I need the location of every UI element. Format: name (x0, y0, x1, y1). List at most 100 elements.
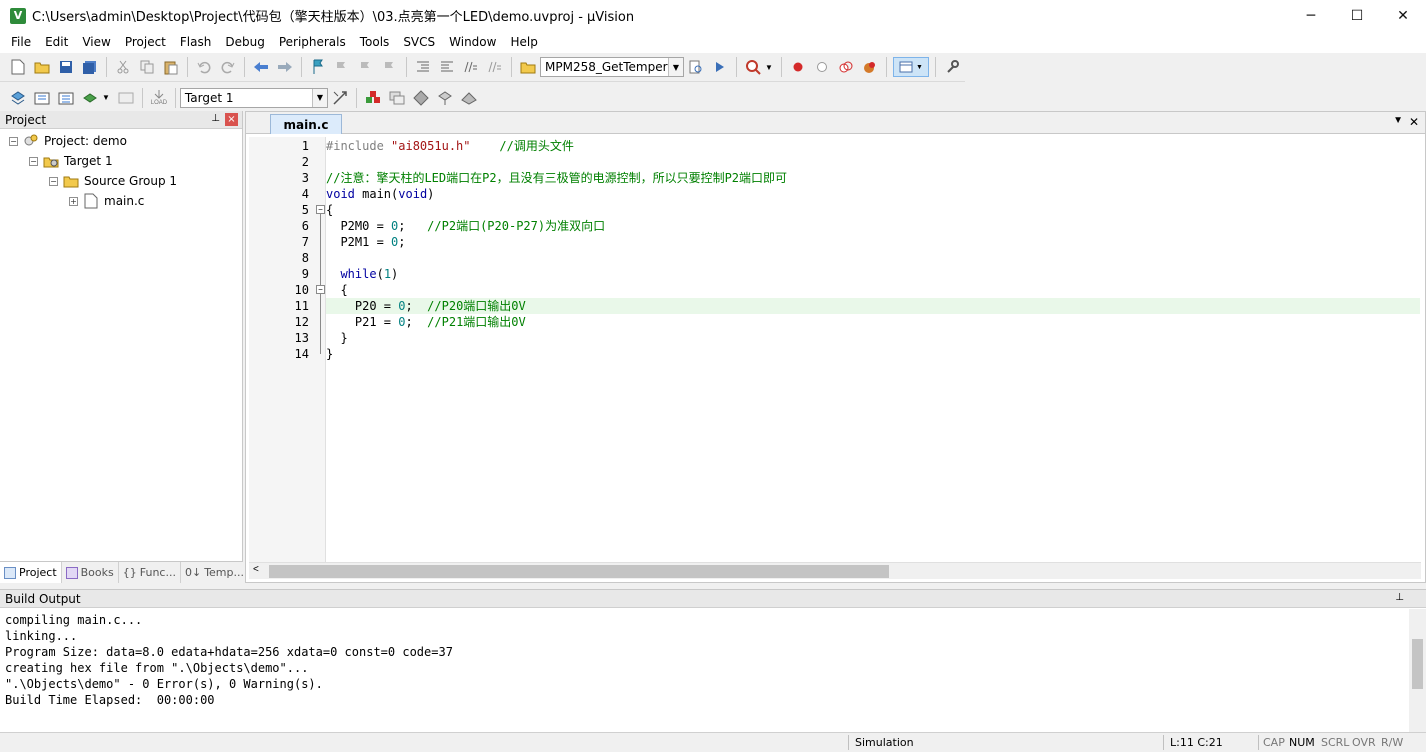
code-line[interactable]: void main(void) (326, 186, 1420, 202)
tree-node-project[interactable]: − Project: demo (9, 131, 127, 151)
redo-icon[interactable] (218, 57, 238, 77)
chevron-down-icon[interactable]: ▼ (311, 88, 327, 107)
breakpoint-kill-all-icon[interactable] (860, 57, 880, 77)
menu-view[interactable]: View (75, 35, 117, 49)
select-packs-icon[interactable] (387, 88, 407, 108)
breakpoint-disable-icon[interactable] (812, 57, 832, 77)
expand-icon[interactable]: + (69, 196, 78, 206)
bookmark-clear-icon[interactable] (380, 57, 400, 77)
code-line[interactable]: { (326, 282, 1420, 298)
debug-session-icon[interactable] (743, 57, 763, 77)
rebuild-icon[interactable] (56, 88, 76, 108)
code-line[interactable]: } (326, 330, 1420, 346)
navigate-forward-icon[interactable] (275, 57, 295, 77)
code-line[interactable]: P20 = 0; //P20端口输出0V (326, 298, 1420, 314)
minimize-button[interactable]: ─ (1288, 0, 1334, 31)
target-combo[interactable]: Target 1 ▼ (179, 87, 328, 108)
copy-icon[interactable] (137, 57, 157, 77)
breakpoint-insert-icon[interactable] (788, 57, 808, 77)
code-line[interactable]: //注意：擎天柱的LED端口在P2，且没有三极管的电源控制，所以只要控制P2端口… (326, 170, 1420, 186)
tab-templates[interactable]: 0↓ Temp... (181, 562, 249, 583)
close-button[interactable]: ✕ (1380, 0, 1426, 31)
build-icon[interactable] (32, 88, 52, 108)
window-layout-icon[interactable]: ▼ (892, 57, 929, 77)
open-folder-icon[interactable] (32, 57, 52, 77)
manage-runtime-icon[interactable] (411, 88, 431, 108)
code-text-area[interactable]: #include "ai8051u.h" //调用头文件 //注意：擎天柱的LED… (326, 137, 1420, 562)
menu-window[interactable]: Window (442, 35, 503, 49)
tree-node-group[interactable]: − Source Group 1 (49, 171, 177, 191)
collapse-icon[interactable]: − (49, 176, 58, 186)
menu-debug[interactable]: Debug (218, 35, 271, 49)
save-icon[interactable] (56, 57, 76, 77)
batch-build-icon[interactable] (80, 88, 100, 108)
menu-tools[interactable]: Tools (353, 35, 397, 49)
replace-icon[interactable] (710, 57, 730, 77)
tab-books[interactable]: Books (62, 562, 119, 583)
bookmark-toggle-icon[interactable] (308, 57, 328, 77)
menu-peripherals[interactable]: Peripherals (272, 35, 353, 49)
configure-wrench-icon[interactable] (942, 57, 962, 77)
fold-collapse-icon[interactable]: − (316, 285, 325, 294)
find-icon[interactable] (686, 57, 706, 77)
close-icon[interactable]: × (225, 113, 238, 126)
stop-build-icon[interactable] (116, 88, 136, 108)
tab-functions[interactable]: {} Func... (119, 562, 181, 583)
menu-file[interactable]: File (4, 35, 38, 49)
menu-flash[interactable]: Flash (173, 35, 218, 49)
translate-icon[interactable] (8, 88, 28, 108)
code-line[interactable]: while(1) (326, 266, 1420, 282)
unindent-icon[interactable] (437, 57, 457, 77)
menu-svcs[interactable]: SVCS (396, 35, 442, 49)
chevron-down-icon[interactable]: ▼ (102, 93, 110, 102)
editor-tab-main-c[interactable]: main.c (270, 114, 342, 134)
pin-icon[interactable]: ⊥ (211, 113, 220, 124)
download-load-icon[interactable]: LOAD (149, 88, 169, 108)
pin-icon[interactable]: ⊥ (1395, 592, 1404, 603)
code-line[interactable]: P2M0 = 0; //P2端口(P20-P27)为准双向口 (326, 218, 1420, 234)
tab-list-dropdown-icon[interactable]: ▼ (1393, 115, 1403, 126)
scroll-thumb[interactable] (1412, 639, 1423, 689)
chevron-down-icon[interactable]: ▼ (765, 63, 773, 72)
code-line[interactable]: P21 = 0; //P21端口输出0V (326, 314, 1420, 330)
code-line[interactable]: #include "ai8051u.h" //调用头文件 (326, 138, 1420, 154)
close-tab-icon[interactable]: ✕ (1409, 115, 1419, 129)
fold-collapse-icon[interactable]: − (316, 205, 325, 214)
vertical-scrollbar[interactable] (1409, 609, 1426, 733)
menu-project[interactable]: Project (118, 35, 173, 49)
component-icon[interactable] (459, 88, 479, 108)
menu-help[interactable]: Help (503, 35, 544, 49)
find-in-files-icon[interactable] (518, 57, 538, 77)
uncomment-icon[interactable] (485, 57, 505, 77)
horizontal-scrollbar[interactable]: < (249, 562, 1421, 579)
function-combo[interactable]: MPM258_GetTemperatur ▼ (540, 57, 684, 77)
cut-icon[interactable] (113, 57, 133, 77)
undo-icon[interactable] (194, 57, 214, 77)
tab-project[interactable]: Project (0, 562, 62, 583)
code-line[interactable]: P2M1 = 0; (326, 234, 1420, 250)
code-line[interactable]: { (326, 202, 1420, 218)
save-all-icon[interactable] (80, 57, 100, 77)
comment-icon[interactable] (461, 57, 481, 77)
manage-project-items-icon[interactable] (363, 88, 383, 108)
code-line[interactable] (326, 154, 1420, 170)
code-line[interactable] (326, 250, 1420, 266)
tree-node-file[interactable]: + main.c (69, 191, 144, 211)
pack-installer-icon[interactable] (435, 88, 455, 108)
breakpoint-disable-all-icon[interactable] (836, 57, 856, 77)
bookmark-prev-icon[interactable] (332, 57, 352, 77)
maximize-button[interactable]: ☐ (1334, 0, 1380, 31)
bookmark-next-icon[interactable] (356, 57, 376, 77)
scroll-left-icon[interactable]: < (253, 564, 259, 575)
scroll-thumb[interactable] (269, 565, 889, 578)
target-options-icon[interactable] (330, 88, 350, 108)
tree-node-target[interactable]: − Target 1 (29, 151, 113, 171)
menu-edit[interactable]: Edit (38, 35, 75, 49)
collapse-icon[interactable]: − (29, 156, 38, 166)
chevron-down-icon[interactable]: ▼ (668, 58, 683, 76)
navigate-back-icon[interactable] (251, 57, 271, 77)
new-file-icon[interactable] (8, 57, 28, 77)
code-line[interactable]: } (326, 346, 1420, 362)
paste-icon[interactable] (161, 57, 181, 77)
collapse-icon[interactable]: − (9, 136, 18, 146)
